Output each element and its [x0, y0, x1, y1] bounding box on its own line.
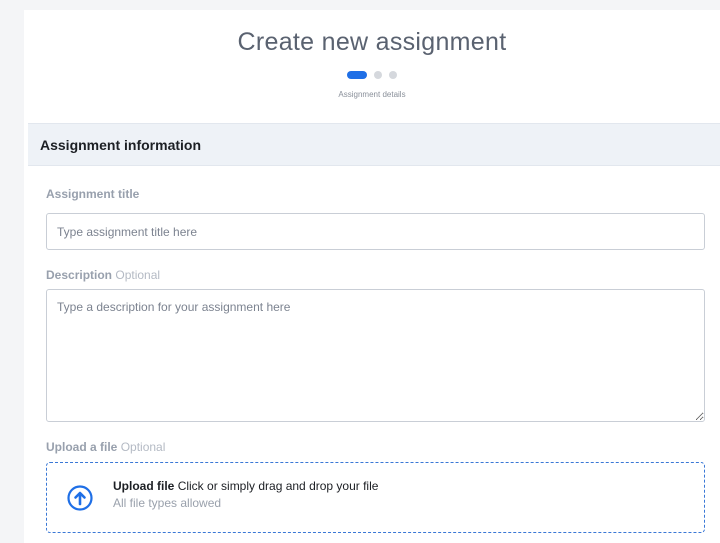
description-label-text: Description: [46, 268, 113, 282]
assignment-title-input[interactable]: [46, 213, 705, 250]
create-assignment-page: Create new assignment Assignment details…: [24, 10, 720, 543]
upload-label: Upload a file Optional: [46, 440, 165, 454]
assignment-title-label-text: Assignment title: [46, 187, 140, 201]
section-title: Assignment information: [40, 137, 202, 153]
page-header: Create new assignment Assignment details: [24, 10, 720, 123]
step-caption: Assignment details: [338, 90, 406, 99]
description-optional-tag: Optional: [115, 268, 161, 282]
section-header: Assignment information: [28, 123, 720, 166]
upload-file-types-note: All file types allowed: [113, 496, 222, 510]
description-label: Description Optional: [46, 268, 160, 282]
upload-label-text: Upload a file: [46, 440, 118, 454]
step-dot-3: [389, 71, 397, 79]
assignment-title-label: Assignment title: [46, 187, 139, 201]
upload-instruction-text: Click or simply drag and drop your file: [177, 479, 379, 493]
step-indicator: [24, 71, 720, 79]
page-title: Create new assignment: [237, 28, 507, 56]
upload-instruction: Upload file Click or simply drag and dro…: [113, 479, 378, 493]
step-dot-1-active: [347, 71, 367, 79]
step-dot-2: [374, 71, 382, 79]
file-dropzone[interactable]: Upload file Click or simply drag and dro…: [46, 462, 705, 533]
upload-arrow-circle-icon: [67, 485, 93, 511]
description-textarea[interactable]: [46, 289, 705, 422]
upload-optional-tag: Optional: [120, 440, 166, 454]
upload-file-action: Upload file: [113, 479, 175, 493]
